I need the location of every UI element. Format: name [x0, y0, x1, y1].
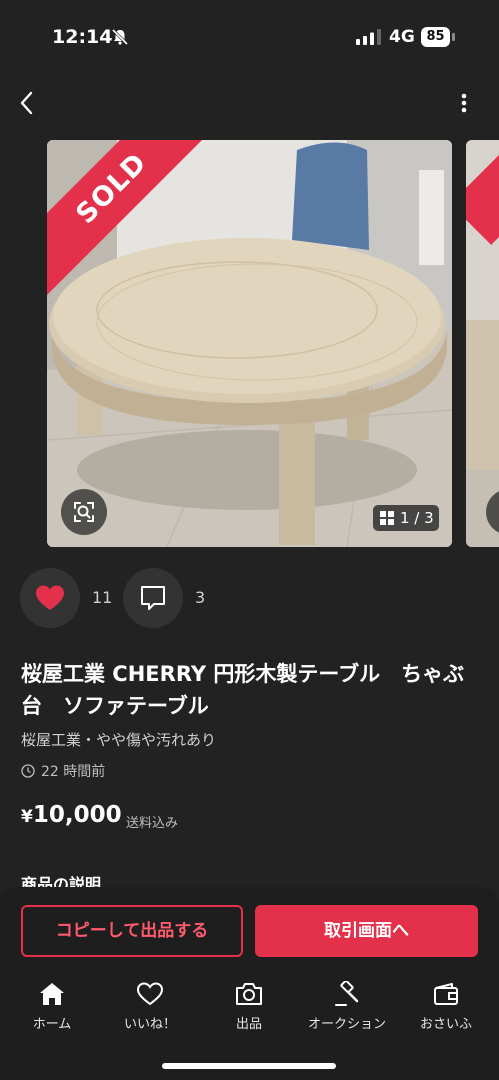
- home-icon: [40, 983, 64, 1005]
- wallet-icon: [434, 983, 458, 1005]
- product-photo[interactable]: SOLD 1 / 3: [47, 140, 452, 547]
- tab-auction[interactable]: オークション: [298, 981, 396, 1032]
- tab-home[interactable]: ホーム: [3, 981, 101, 1032]
- battery-icon: 85: [421, 27, 455, 47]
- action-bar: コピーして出品する 取引画面へ: [0, 887, 499, 967]
- posted-time-text: 22 時間前: [41, 764, 106, 780]
- heart-icon: [36, 585, 64, 610]
- tab-label: おさいふ: [419, 1017, 472, 1032]
- status-bar: 12:14 4G 85: [0, 0, 499, 70]
- battery-level: 85: [421, 27, 450, 47]
- status-time: 12:14: [52, 26, 113, 48]
- tab-label: オークション: [307, 1017, 386, 1032]
- more-options-icon[interactable]: [452, 88, 476, 118]
- gavel-icon: [335, 981, 359, 1006]
- tab-label: いいね！: [123, 1017, 176, 1032]
- home-indicator: [162, 1063, 336, 1069]
- camera-icon: [236, 983, 262, 1005]
- image-counter: 1 / 3: [373, 505, 439, 531]
- bell-muted-icon: [111, 28, 129, 46]
- comment-count: 3: [195, 588, 206, 607]
- like-button[interactable]: [20, 568, 80, 628]
- price: ¥10,000: [21, 802, 122, 828]
- like-count: 11: [92, 588, 113, 607]
- tab-likes[interactable]: いいね！: [101, 981, 199, 1032]
- scan-icon: [74, 502, 94, 522]
- signal-icon: [356, 29, 381, 45]
- shipping-note: 送料込み: [126, 816, 179, 831]
- brand-condition[interactable]: 桜屋工業・やや傷や汚れあり: [21, 729, 216, 750]
- heart-icon: [136, 982, 164, 1006]
- transaction-button[interactable]: 取引画面へ: [255, 905, 478, 957]
- image-counter-text: 1 / 3: [400, 509, 434, 527]
- product-title: 桜屋工業 CHERRY 円形木製テーブル ちゃぶ台 ソファテーブル: [21, 662, 465, 718]
- tab-label: ホーム: [32, 1017, 72, 1032]
- price-amount: 10,000: [32, 802, 122, 828]
- image-gallery[interactable]: SOLD 1 / 3: [0, 140, 499, 547]
- tab-label: 出品: [235, 1017, 262, 1032]
- tab-sell[interactable]: 出品: [200, 981, 298, 1032]
- image-search-button[interactable]: [61, 489, 107, 535]
- tab-wallet[interactable]: おさいふ: [397, 981, 495, 1032]
- price-symbol: ¥: [21, 807, 33, 827]
- comment-icon: [141, 586, 165, 610]
- product-photo-next[interactable]: [466, 140, 499, 547]
- comment-button[interactable]: [123, 568, 183, 628]
- clock-icon: [21, 764, 35, 778]
- back-icon[interactable]: [12, 88, 42, 118]
- grid-icon: [380, 511, 394, 525]
- engagement-row: 11 3: [0, 565, 499, 629]
- network-type: 4G: [389, 27, 415, 47]
- copy-listing-button[interactable]: コピーして出品する: [21, 905, 243, 957]
